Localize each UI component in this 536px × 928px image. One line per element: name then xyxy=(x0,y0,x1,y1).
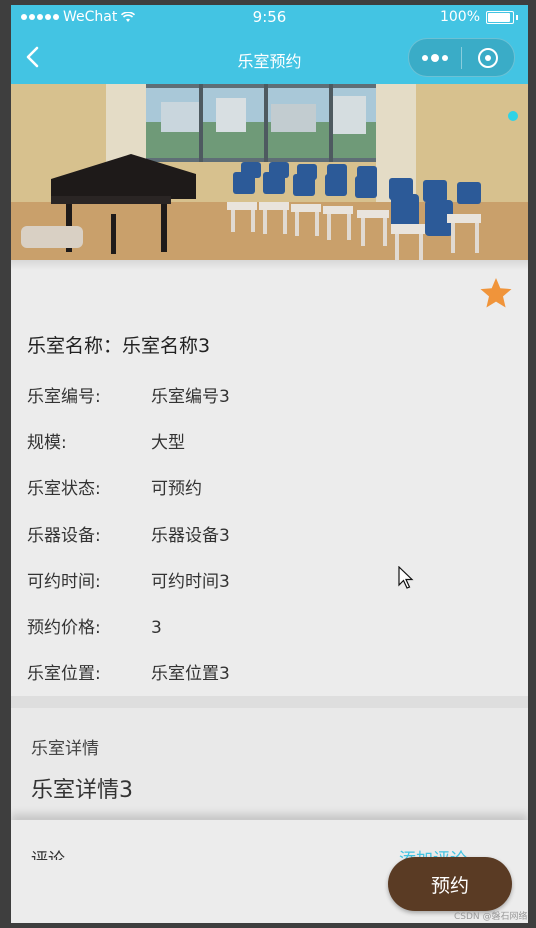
field-label: 乐室状态: xyxy=(27,479,101,499)
comment-label: 评论 xyxy=(31,850,65,860)
battery-percent: 100% xyxy=(439,9,480,25)
battery-cap xyxy=(516,14,518,20)
favorite-star-icon[interactable] xyxy=(479,277,513,309)
field-label: 乐器设备: xyxy=(27,526,101,546)
info-row-price: 预约价格: 3 xyxy=(27,613,162,638)
room-banner-image[interactable] xyxy=(11,84,528,260)
close-mini-program-icon[interactable] xyxy=(462,39,514,76)
info-row-available-time: 可约时间: 可约时间3 xyxy=(27,567,230,592)
status-bar: WeChat 9:56 100% xyxy=(11,5,528,31)
battery-icon xyxy=(486,10,514,24)
battery-status: 100% xyxy=(440,9,518,25)
mini-program-capsule xyxy=(408,38,515,77)
info-row-instruments: 乐器设备: 乐器设备3 xyxy=(27,521,230,546)
info-row-status: 乐室状态: 可预约 xyxy=(27,474,202,499)
field-value: 可预约 xyxy=(151,479,202,499)
field-value: 可约时间3 xyxy=(151,572,230,592)
field-label: 乐室位置: xyxy=(27,664,101,684)
info-row-location: 乐室位置: 乐室位置3 xyxy=(27,659,230,684)
field-label: 规模: xyxy=(27,433,67,453)
field-label: 可约时间: xyxy=(27,572,101,592)
carousel-indicator-dot[interactable] xyxy=(508,111,518,121)
info-row-room-number: 乐室编号: 乐室编号3 xyxy=(27,382,230,407)
field-label: 预约价格: xyxy=(27,618,101,638)
section-divider xyxy=(11,696,528,708)
field-value: 大型 xyxy=(151,433,185,453)
info-row-scale: 规模: 大型 xyxy=(27,428,185,453)
music-room-illustration xyxy=(11,84,528,260)
field-value: 3 xyxy=(151,618,162,638)
navigation-bar: 乐室预约 xyxy=(11,31,528,84)
book-button[interactable]: 预约 xyxy=(388,857,512,911)
field-value: 乐室位置3 xyxy=(151,664,230,684)
detail-label: 乐室详情 xyxy=(31,739,99,759)
detail-value: 乐室详情3 xyxy=(31,778,133,803)
mouse-cursor-icon xyxy=(398,566,414,589)
more-options-icon[interactable] xyxy=(409,39,461,76)
room-name-heading: 乐室名称：乐室名称3 xyxy=(27,335,211,357)
field-label: 乐室编号: xyxy=(27,387,101,407)
room-detail-section: 乐室详情 乐室详情3 xyxy=(11,708,528,820)
field-value: 乐器设备3 xyxy=(151,526,230,546)
field-value: 乐室编号3 xyxy=(151,387,230,407)
banner-shadow xyxy=(11,260,528,270)
watermark: CSDN @磐石网络 xyxy=(454,912,528,922)
phone-screen: WeChat 9:56 100% 乐室预约 乐室名称：乐室名称3 乐室编号: 乐… xyxy=(11,5,528,923)
